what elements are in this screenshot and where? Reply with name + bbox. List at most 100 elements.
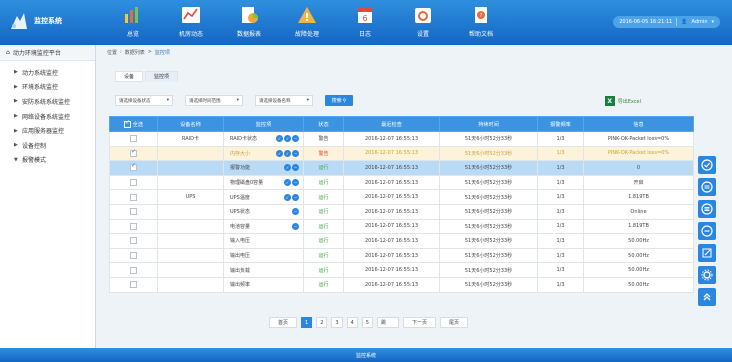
sidebar-item-2[interactable]: ▶ 安防系统系统监控 [0,94,95,109]
page-2-button[interactable]: 2 [316,317,328,328]
row-checkbox[interactable] [130,252,137,260]
check-icon[interactable]: ✓ [284,135,291,143]
cell-status: 警告 [303,145,344,162]
nav-item-label: 数据报表 [236,31,261,38]
row-checkbox[interactable] [130,148,137,157]
minus-icon[interactable] [698,222,716,240]
time-range-select[interactable]: 请选择时间范围 ▾ [185,95,243,106]
select-all-header[interactable]: 全选 [109,116,158,132]
table-row[interactable]: 输入电压 运行 2016-12-07 16:55:13 51天6小时52分33秒 1/3… [109,233,694,249]
row-checkbox[interactable] [130,208,137,216]
row-checkbox[interactable] [130,237,137,245]
sidebar-item-5[interactable]: ▶ 设备控制 [0,138,95,153]
sidebar-item-4[interactable]: ▶ 应用服务器监控 [0,123,95,138]
nav-item-0[interactable]: 总览 [104,4,162,42]
tab-device[interactable]: 设备 [115,71,144,82]
user-box[interactable]: 2016-06-05 16:21:11 👤 Admin ▾ [613,16,720,28]
nav-item-5[interactable]: 设置 [394,4,452,42]
nav-item-3[interactable]: 故障处理 [278,4,336,42]
cell-last: 2016-12-07 16:55:13 [343,160,440,176]
page-3-button[interactable]: 3 [331,317,343,328]
cell-info: 50.00Hz [583,262,694,278]
row-select-cell[interactable] [109,233,158,249]
first-page-button[interactable]: 首页 [269,317,298,328]
minus-icon[interactable]: − [292,208,299,216]
sidebar-item-label: 动力系统监控 [22,69,59,77]
row-select-cell[interactable] [109,218,158,235]
nav-item-2[interactable]: 数据报表 [220,4,278,42]
check-icon[interactable]: ✓ [276,149,283,157]
row-checkbox[interactable] [130,162,137,172]
table-header-row: 全选 设备名称 监控项 状态 最近检查 持续时间 报警频率 信息 [109,116,694,132]
minus-icon[interactable]: − [292,135,299,143]
minus-icon[interactable]: − [292,222,299,230]
table-row[interactable]: 输出频率 运行 2016-12-07 16:55:13 51天6小时52分33秒 1/3… [109,276,694,293]
last-page-button[interactable]: 尾页 [439,317,468,328]
table-row[interactable]: 物理磁盘0容量 ✓ − 运行 2016-12-07 16:55:13 51天6小时52分3… [109,174,694,191]
row-checkbox[interactable] [130,266,137,274]
row-select-cell[interactable] [109,145,158,162]
sidebar-item-0[interactable]: ▶ 动力系统监控 [0,65,95,80]
row-select-cell[interactable] [109,131,158,147]
table-row[interactable]: 输出电压 运行 2016-12-07 16:55:13 51天6小时52分33秒 1/3… [109,247,694,264]
minus-icon[interactable]: − [292,149,299,157]
device-name-select[interactable]: 请选择设备名称 ▾ [255,95,313,106]
next-page-button[interactable]: 下一页 [402,317,436,328]
check-circle-icon[interactable] [698,156,716,174]
search-button[interactable]: 搜索 ⚲ [325,95,353,106]
cell-duration: 51天6小时52分33秒 [439,145,538,162]
sidebar-item-6[interactable]: ▼ 报警模式 [0,153,95,168]
export-excel-button[interactable]: X 导出Excel [604,96,641,106]
row-select-cell[interactable] [109,189,158,205]
nav-item-4[interactable]: 6 日志 [336,4,394,42]
breadcrumb-parent[interactable]: 数据列表 [125,49,145,56]
check-icon[interactable]: ✓ [284,164,291,172]
search-icon: ⚲ [342,97,347,104]
row-select-cell[interactable] [109,203,158,220]
table-row[interactable]: RAID卡 RAID卡状态 ✓ ✓ − 警告 2016-12-07 16:55:13 51天6… [109,131,694,147]
select-all-checkbox[interactable] [123,119,131,128]
minus-icon[interactable]: − [292,164,299,172]
page-5-button[interactable]: 5 [361,317,373,328]
check-icon[interactable]: ✓ [284,149,291,157]
edit-icon[interactable] [698,244,716,262]
device-status-select[interactable]: 请选择设备状态 ▾ [115,95,173,106]
row-checkbox[interactable] [130,222,137,230]
table-row[interactable]: 电池容量 − 运行 2016-12-07 16:55:13 51天6小时52分33秒 1/… [109,218,694,235]
page-jump-input[interactable]: 跳 [376,317,399,328]
page-1-button[interactable]: 1 [301,317,313,328]
menu-icon[interactable] [698,200,716,218]
row-checkbox[interactable] [130,135,137,143]
double-up-icon[interactable] [698,288,716,306]
page-4-button[interactable]: 4 [346,317,358,328]
minus-icon[interactable]: − [292,193,299,201]
minus-icon[interactable]: − [292,179,299,187]
row-select-cell[interactable] [109,174,158,191]
row-select-cell[interactable] [109,262,158,278]
nav-item-1[interactable]: 机房动态 [162,4,220,42]
table-row[interactable]: UPS状态 − 运行 2016-12-07 16:55:13 51天6小时52分33秒 1… [109,203,694,220]
table-row[interactable]: UPS UPS温度 ✓ − 运行 2016-12-07 16:55:13 51天6小时52分… [109,189,694,205]
check-icon[interactable]: ✓ [284,193,291,201]
check-icon[interactable]: ✓ [276,135,283,143]
check-icon[interactable]: ✓ [284,179,291,187]
main-content: 位置 : 数据列表 > 监控项 设备 监控项 请选择设备状态 ▾ 请选择时间范围… [101,45,695,348]
tab-monitor-item[interactable]: 监控项 [145,71,179,82]
table-row[interactable]: 报警功能✓−运行2016-12-07 16:55:1351天6小时52分33秒1… [109,160,694,176]
sidebar-item-1[interactable]: ▶ 环境系统监控 [0,80,95,95]
cell-monitor-item: 报警功能 ✓ − [223,160,304,176]
sidebar-title[interactable]: ⌂ 动力环境监控平台 [0,45,95,61]
row-select-cell[interactable] [109,160,158,176]
nav-item-6[interactable]: ? 帮助文档 [452,4,510,42]
gear-icon[interactable] [698,266,716,284]
table-row[interactable]: 内存大小✓✓−警告2016-12-07 16:55:1351天6小时52分33秒… [109,145,694,162]
table-row[interactable]: 输出负载 运行 2016-12-07 16:55:13 51天6小时52分33秒 1/3… [109,262,694,278]
row-select-cell[interactable] [109,247,158,264]
row-select-cell[interactable] [109,276,158,293]
logo[interactable]: 监控系统 [8,10,62,32]
row-checkbox[interactable] [130,193,137,201]
list-icon[interactable] [698,178,716,196]
row-checkbox[interactable] [130,179,137,187]
row-checkbox[interactable] [130,281,137,289]
sidebar-item-3[interactable]: ▶ 网络设备系统监控 [0,109,95,124]
